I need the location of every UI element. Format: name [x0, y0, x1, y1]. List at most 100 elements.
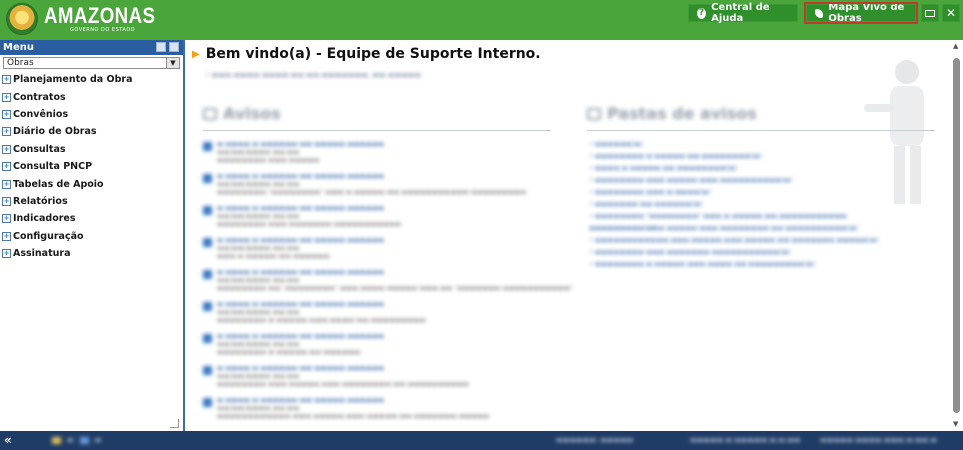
expand-plus-icon[interactable]: +	[2, 92, 11, 102]
expand-plus-icon[interactable]: +	[2, 109, 11, 119]
expand-plus-icon[interactable]: +	[2, 231, 11, 241]
document-icon	[203, 334, 212, 343]
resize-grip[interactable]	[170, 419, 179, 428]
expand-plus-icon[interactable]: +	[2, 214, 11, 224]
collapse-menu-icon[interactable]: «	[4, 434, 16, 446]
folder-link[interactable]: • ▬▬▬▬▬▬▬▬ ▬ ▬▬▬▬▬ ▬▬ ▬▬▬▬▬▬▬▬(▬)	[589, 150, 889, 162]
help-center-label: Central de Ajuda	[711, 2, 770, 24]
menu-item-configuracao[interactable]: + Configuração	[0, 228, 183, 245]
expand-plus-icon[interactable]: +	[2, 162, 11, 172]
menu-item-consultas[interactable]: + Consultas	[0, 141, 183, 158]
document-icon	[203, 206, 212, 215]
expand-plus-icon[interactable]: +	[2, 179, 11, 189]
notice-item[interactable]: ▬ ▬▬▬▬ ▬ ▬▬▬▬▬▬ ▬▬ ▬▬▬▬▬ ▬▬▬▬▬▬ ▬▬/▬▬/▬▬…	[203, 172, 526, 196]
folder-link[interactable]: • ▬▬▬▬▬▬▬▬ ▬▬▬ ▬▬▬▬▬▬▬ ▬▬▬▬▬▬▬▬▬▬▬(▬)	[589, 246, 889, 258]
notice-folders-list: • ▬▬▬▬▬▬(▬) • ▬▬▬▬▬▬▬▬ ▬ ▬▬▬▬▬ ▬▬ ▬▬▬▬▬▬…	[589, 138, 889, 270]
menu-item-label: Convênios	[13, 108, 69, 120]
folder-link[interactable]: • ▬▬▬▬▬▬(▬)	[589, 138, 889, 150]
menu-item-planejamento[interactable]: + Planejamento da Obra	[0, 71, 183, 88]
menu-item-relatorios[interactable]: + Relatórios	[0, 193, 183, 210]
folder-icon	[587, 107, 601, 120]
arrow-right-icon: ▶	[192, 48, 200, 60]
menu-item-label: Configuração	[13, 230, 84, 242]
folder-link[interactable]: • ▬▬▬▬▬▬▬ ▬▬ ▬▬▬▬▬▬(▬)	[589, 198, 889, 210]
notices-divider	[203, 130, 551, 131]
menu-minimize-icon[interactable]	[156, 42, 166, 52]
scroll-down-icon[interactable]: ▼	[953, 420, 958, 428]
folder-link[interactable]: • ▬▬▬▬▬▬▬▬ ▬ ▬▬▬▬▬ ▬▬▬ ▬▬▬▬ ▬▬ ▬▬▬▬▬▬▬▬▬…	[589, 258, 889, 270]
module-select[interactable]: Obras ▼	[3, 57, 180, 69]
last-access-line: • ▬▬▬ ▬▬▬▬ ▬▬▬▬ ▬▬ ▬▬ ▬▬▬▬▬▬▬, ▬▬ ▬▬▬▬▬	[205, 71, 421, 79]
document-icon	[203, 238, 212, 247]
menu-item-diario[interactable]: + Diário de Obras	[0, 123, 183, 140]
menu-item-tabelas[interactable]: + Tabelas de Apoio	[0, 175, 183, 192]
mail-button[interactable]	[921, 4, 939, 22]
menu-expand-icon[interactable]	[169, 42, 179, 52]
folder-link[interactable]: • ▬▬▬▬▬▬▬▬ ▬▬▬ ▬▬▬▬▬ ▬▬▬ ▬▬▬▬▬▬▬▬ ▬▬ ▬▬▬…	[589, 222, 889, 234]
close-icon: ✕	[945, 6, 957, 20]
top-bar: AMAZONAS GOVERNO DO ESTADO ? Central de …	[0, 0, 963, 40]
folder-link[interactable]: • ▬▬▬▬▬▬▬▬ "▬▬▬▬▬▬▬▬" ▬▬▬ ▬ ▬▬▬▬▬ ▬▬ ▬▬▬…	[589, 210, 889, 232]
status-build: ▬▬▬▬▬ ▬▬▬▬ ▬▬▬ ▬.▬▬.▬	[820, 436, 937, 444]
folder-link[interactable]: • ▬▬▬▬▬▬▬▬ ▬▬▬ ▬▬▬▬▬ ▬▬▬ ▬▬▬▬▬▬▬▬▬▬(▬)	[589, 174, 889, 186]
document-icon	[203, 302, 212, 311]
notices-icon	[203, 107, 217, 120]
folders-section-title: Pastas de avisos	[587, 104, 757, 123]
expand-plus-icon[interactable]: +	[2, 249, 11, 259]
notice-item[interactable]: ▬ ▬▬▬▬ ▬ ▬▬▬▬▬▬ ▬▬ ▬▬▬▬▬ ▬▬▬▬▬▬ ▬▬/▬▬/▬▬…	[203, 364, 469, 388]
amazonas-logo[interactable]: AMAZONAS GOVERNO DO ESTADO	[6, 3, 175, 35]
chevron-down-icon[interactable]: ▼	[166, 58, 179, 68]
document-icon	[203, 270, 212, 279]
sidebar: Menu Obras ▼ + Planejamento da Obra + Co…	[0, 40, 185, 431]
user-status-icon	[79, 436, 89, 444]
menu-item-convenios[interactable]: + Convênios	[0, 106, 183, 123]
status-icons: ▬ ▬	[52, 436, 101, 444]
menu-title: Menu	[3, 42, 34, 53]
notice-item[interactable]: ▬ ▬▬▬▬ ▬ ▬▬▬▬▬▬ ▬▬ ▬▬▬▬▬ ▬▬▬▬▬▬ ▬▬/▬▬/▬▬…	[203, 396, 489, 420]
live-works-map-button[interactable]: Mapa Vivo de Obras	[804, 2, 918, 24]
menu-item-contratos[interactable]: + Contratos	[0, 88, 183, 105]
document-icon	[203, 366, 212, 375]
help-center-button[interactable]: ? Central de Ajuda	[688, 2, 798, 24]
menu-item-assinatura[interactable]: + Assinatura	[0, 245, 183, 262]
menu-list: + Planejamento da Obra + Contratos + Con…	[0, 71, 183, 262]
notice-item[interactable]: ▬ ▬▬▬▬ ▬ ▬▬▬▬▬▬ ▬▬ ▬▬▬▬▬ ▬▬▬▬▬▬ ▬▬/▬▬/▬▬…	[203, 268, 573, 292]
menu-item-label: Consultas	[13, 143, 66, 155]
document-icon	[203, 398, 212, 407]
folders-divider	[587, 130, 935, 131]
main-scrollbar[interactable]: ▲ ▼	[950, 40, 963, 431]
notice-item[interactable]: ▬ ▬▬▬▬ ▬ ▬▬▬▬▬▬ ▬▬ ▬▬▬▬▬ ▬▬▬▬▬▬ ▬▬/▬▬/▬▬…	[203, 140, 384, 164]
status-version: ▬▬▬▬▬ ▬ ▬▬▬▬▬ ▬.▬.▬▬	[690, 436, 801, 444]
menu-item-label: Planejamento da Obra	[13, 74, 133, 86]
menu-item-consulta-pncp[interactable]: + Consulta PNCP	[0, 158, 183, 175]
folder-status-icon	[52, 436, 61, 444]
menu-item-label: Relatórios	[13, 195, 68, 207]
folder-link[interactable]: • ▬▬▬▬▬▬▬▬▬▬▬▬ ▬▬▬ ▬▬▬▬▬ ▬▬▬ ▬▬▬▬▬ ▬▬ ▬▬…	[589, 234, 889, 246]
state-emblem-icon	[6, 3, 38, 35]
expand-plus-icon[interactable]: +	[2, 75, 11, 85]
notice-item[interactable]: ▬ ▬▬▬▬ ▬ ▬▬▬▬▬▬ ▬▬ ▬▬▬▬▬ ▬▬▬▬▬▬ ▬▬/▬▬/▬▬…	[203, 300, 426, 324]
expand-plus-icon[interactable]: +	[2, 144, 11, 154]
scrollbar-thumb[interactable]	[953, 58, 960, 413]
expand-plus-icon[interactable]: +	[2, 196, 11, 206]
status-user: ▬▬▬▬▬▬: ▬▬▬▬▬	[556, 436, 634, 444]
folder-link[interactable]: • ▬▬▬▬ ▬ ▬▬▬▬▬ ▬▬ ▬▬▬▬▬▬▬▬(▬)	[589, 162, 889, 174]
welcome-heading: ▶ Bem vindo(a) - Equipe de Suporte Inter…	[192, 46, 541, 62]
notice-item[interactable]: ▬ ▬▬▬▬ ▬ ▬▬▬▬▬▬ ▬▬ ▬▬▬▬▬ ▬▬▬▬▬▬ ▬▬/▬▬/▬▬…	[203, 204, 401, 228]
expand-plus-icon[interactable]: +	[2, 127, 11, 137]
menu-item-label: Contratos	[13, 91, 66, 103]
module-select-value: Obras	[7, 58, 34, 68]
folder-link[interactable]: • ▬▬▬▬▬▬▬▬ ▬▬▬ ▬ ▬▬▬▬(▬)	[589, 186, 889, 198]
menu-item-label: Indicadores	[13, 213, 76, 225]
logo-subtitle: GOVERNO DO ESTADO	[70, 27, 136, 33]
close-button[interactable]: ✕	[942, 4, 960, 22]
notice-item[interactable]: ▬ ▬▬▬▬ ▬ ▬▬▬▬▬▬ ▬▬ ▬▬▬▬▬ ▬▬▬▬▬▬ ▬▬/▬▬/▬▬…	[203, 236, 384, 260]
mail-icon	[925, 9, 935, 17]
menu-item-indicadores[interactable]: + Indicadores	[0, 210, 183, 227]
map-icon	[815, 8, 824, 18]
menu-header: Menu	[0, 40, 183, 55]
menu-item-label: Tabelas de Apoio	[13, 178, 104, 190]
notice-item[interactable]: ▬ ▬▬▬▬ ▬ ▬▬▬▬▬▬ ▬▬ ▬▬▬▬▬ ▬▬▬▬▬▬ ▬▬/▬▬/▬▬…	[203, 332, 384, 356]
document-icon	[203, 142, 212, 151]
scroll-up-icon[interactable]: ▲	[953, 42, 958, 50]
